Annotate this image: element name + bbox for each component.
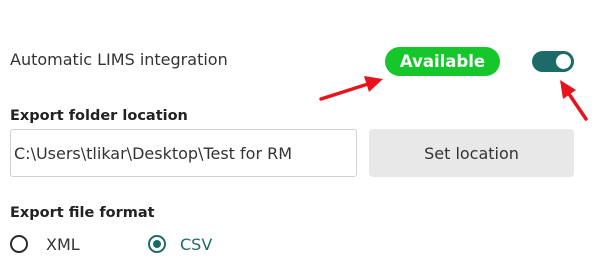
- radio-dot: [152, 239, 161, 248]
- radio-label-csv: CSV: [180, 234, 213, 254]
- export-folder-path-input[interactable]: [10, 129, 357, 177]
- radio-unchecked-icon[interactable]: [10, 235, 28, 253]
- toggle-knob: [556, 54, 571, 69]
- lims-integration-toggle[interactable]: [532, 51, 574, 72]
- arrow-to-toggle-icon: [560, 80, 588, 121]
- arrow-to-status-badge-icon: [319, 76, 383, 101]
- radio-checked-icon[interactable]: [148, 235, 166, 253]
- lims-integration-label: Automatic LIMS integration: [10, 50, 228, 69]
- radio-option-csv[interactable]: CSV: [148, 233, 212, 255]
- radio-option-xml[interactable]: XML: [10, 233, 80, 255]
- export-folder-label: Export folder location: [10, 108, 188, 124]
- availability-status-badge: Available: [385, 47, 500, 76]
- export-format-label: Export file format: [10, 205, 155, 221]
- radio-label-xml: XML: [46, 234, 80, 254]
- set-location-button[interactable]: Set location: [369, 129, 574, 177]
